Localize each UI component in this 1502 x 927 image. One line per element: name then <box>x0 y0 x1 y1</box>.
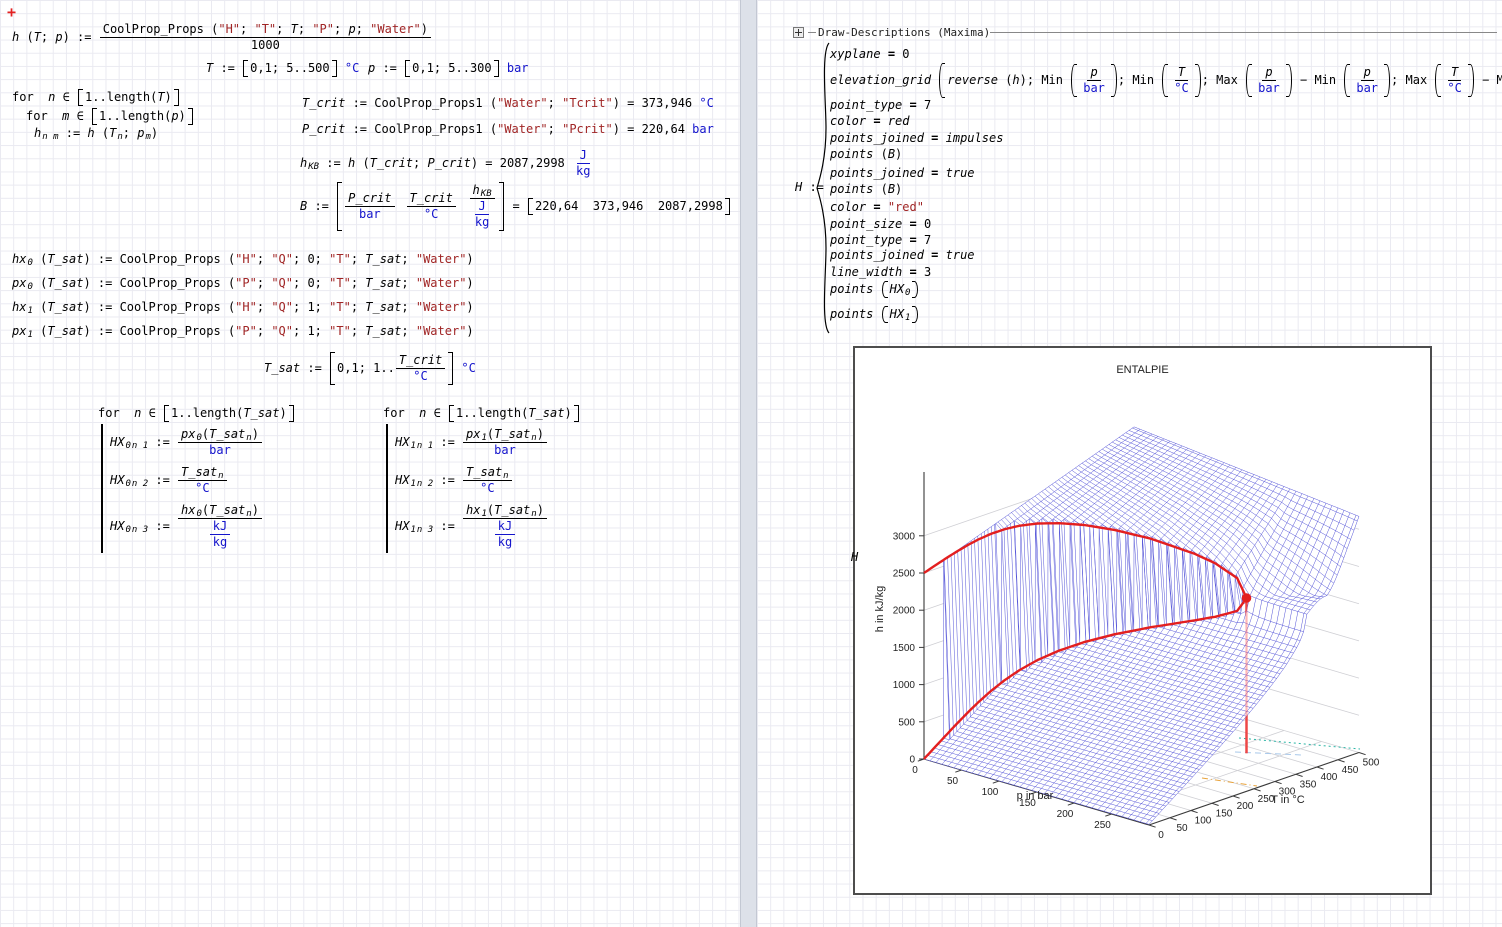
svg-text:0: 0 <box>912 765 918 776</box>
draw-item-5[interactable]: points (B) <box>830 147 902 162</box>
plot-variable-caption: H <box>851 550 858 564</box>
def-p-range[interactable]: p := 0,1; 5..300 bar <box>368 60 529 77</box>
draw-item-14[interactable]: points HX1 <box>830 306 919 323</box>
draw-item-2[interactable]: point_type = 7 <box>830 98 931 113</box>
svg-text:50: 50 <box>947 776 959 787</box>
draw-item-6[interactable]: points_joined = true <box>830 166 975 181</box>
svg-text:250: 250 <box>1094 820 1111 831</box>
def-hKB[interactable]: hKB := h (T_crit; P_crit) = 2087,2998 Jk… <box>300 148 594 179</box>
draw-item-8[interactable]: color = "red" <box>830 200 924 215</box>
z-axis-label: h in kJ/kg <box>874 564 886 654</box>
def-hx1[interactable]: hx1 (T_sat) := CoolProp_Props ("H"; "Q";… <box>12 300 474 315</box>
svg-text:1500: 1500 <box>893 643 916 654</box>
svg-text:350: 350 <box>1300 779 1317 790</box>
worksheet-page-left[interactable]: + h (T; p) := CoolProp_Props ("H"; "T"; … <box>0 0 740 927</box>
h-assignment-label[interactable]: H := <box>795 176 831 195</box>
draw-item-10[interactable]: point_type = 7 <box>830 233 931 248</box>
svg-text:500: 500 <box>1363 758 1380 769</box>
svg-text:450: 450 <box>1342 765 1359 776</box>
draw-item-3[interactable]: color = red <box>830 114 910 129</box>
svg-text:50: 50 <box>1176 823 1188 834</box>
svg-text:3000: 3000 <box>893 531 916 542</box>
loop-HX0-header[interactable]: for n ∈ 1..length(T_sat) <box>98 405 295 422</box>
area-dash <box>808 32 816 33</box>
def-Tsat-range[interactable]: T_sat := 0,1; 1..T_crit°C °C <box>264 352 476 385</box>
draw-item-1[interactable]: elevation_grid reverse (h); Min pbar; Mi… <box>830 63 1502 98</box>
draw-item-4[interactable]: points_joined = impulses <box>830 131 1003 146</box>
svg-text:1000: 1000 <box>893 680 916 691</box>
draw-item-11[interactable]: points_joined = true <box>830 248 975 263</box>
loop-HX0-row-3[interactable]: HX0n 3 := hx0(T_satn)kJkg <box>110 503 263 550</box>
insertion-cursor-icon: + <box>7 6 16 18</box>
svg-text:200: 200 <box>1057 809 1074 820</box>
smath-worksheet: { "left_page": { "cursor": "+", "formula… <box>0 0 1502 927</box>
loop-HX1[interactable]: for n ∈ 1..length(T_sat) HX1n 1 := px1(T_… <box>383 405 580 553</box>
area-title: Draw-Descriptions (Maxima) <box>818 26 990 39</box>
for-n[interactable]: for n ∈ 1..length(T) <box>12 89 180 106</box>
def-Tcrit[interactable]: T_crit := CoolProp_Props1 ("Water"; "Tcr… <box>302 96 714 111</box>
plot-title: ENTALPIE <box>1045 364 1240 376</box>
svg-text:500: 500 <box>898 717 915 728</box>
svg-text:150: 150 <box>1216 808 1233 819</box>
draw-item-12[interactable]: line_width = 3 <box>830 265 931 280</box>
loop-HX0-row-1[interactable]: HX0n 1 := px0(T_satn)bar <box>110 427 263 458</box>
loop-HX1-row-1[interactable]: HX1n 1 := px1(T_satn)bar <box>395 427 548 458</box>
h-define[interactable]: H := <box>795 180 831 195</box>
loop-HX1-body: HX1n 1 := px1(T_satn)bar HX1n 2 := T_satn… <box>386 424 548 553</box>
loop-HX0[interactable]: for n ∈ 1..length(T_sat) HX0n 1 := px0(T_… <box>98 405 295 553</box>
def-hx0[interactable]: hx0 (T_sat) := CoolProp_Props ("H"; "Q";… <box>12 252 474 267</box>
svg-text:100: 100 <box>1195 816 1212 827</box>
svg-text:0: 0 <box>909 755 915 766</box>
def-px0[interactable]: px0 (T_sat) := CoolProp_Props ("P"; "Q";… <box>12 276 474 291</box>
def-T-range[interactable]: T := 0,1; 5..500 °C <box>206 60 359 77</box>
def-h-function[interactable]: h (T; p) := CoolProp_Props ("H"; "T"; T;… <box>12 22 432 53</box>
assign-h-nm[interactable]: hn m := h (Tn; pm) <box>34 126 158 141</box>
x-axis-label: p in bar <box>980 790 1090 802</box>
loop-HX1-row-3[interactable]: HX1n 3 := hx1(T_satn)kJkg <box>395 503 548 550</box>
draw-item-0[interactable]: xyplane = 0 <box>830 47 910 62</box>
collapsible-area-header[interactable]: Draw-Descriptions (Maxima) <box>793 26 990 39</box>
for-m[interactable]: for m ∈ 1..length(p) <box>26 108 194 125</box>
def-Pcrit[interactable]: P_crit := CoolProp_Props1 ("Water"; "Pcr… <box>302 122 714 137</box>
svg-text:2500: 2500 <box>893 569 916 580</box>
loop-HX0-body: HX0n 1 := px0(T_satn)bar HX0n 2 := T_satn… <box>101 424 263 553</box>
collapse-plus-icon[interactable] <box>793 27 804 38</box>
page-divider <box>740 0 757 927</box>
draw-item-7[interactable]: points (B) <box>830 182 902 197</box>
def-px1[interactable]: px1 (T_sat) := CoolProp_Props ("P"; "Q";… <box>12 324 474 339</box>
draw-item-9[interactable]: point_size = 0 <box>830 217 931 232</box>
loop-HX0-row-2[interactable]: HX0n 2 := T_satn°C <box>110 465 228 496</box>
loop-HX1-row-2[interactable]: HX1n 2 := T_satn°C <box>395 465 513 496</box>
worksheet-page-right[interactable]: Draw-Descriptions (Maxima) H := xyplane … <box>757 0 1502 927</box>
loop-HX1-header[interactable]: for n ∈ 1..length(T_sat) <box>383 405 580 422</box>
3d-plot-region[interactable]: 0500100015002000250030000501001502002500… <box>853 346 1432 895</box>
surface-plot-canvas: 0500100015002000250030000501001502002500… <box>855 348 1430 893</box>
svg-text:400: 400 <box>1321 772 1338 783</box>
draw-item-13[interactable]: points HX0 <box>830 281 919 298</box>
def-B-matrix[interactable]: B := P_critbarT_crit°ChKBJkg = 220,64 37… <box>300 182 731 231</box>
svg-text:2000: 2000 <box>893 606 916 617</box>
svg-text:0: 0 <box>1158 830 1164 841</box>
area-rule <box>990 32 1497 33</box>
y-axis-label: T in °C <box>1233 794 1343 806</box>
